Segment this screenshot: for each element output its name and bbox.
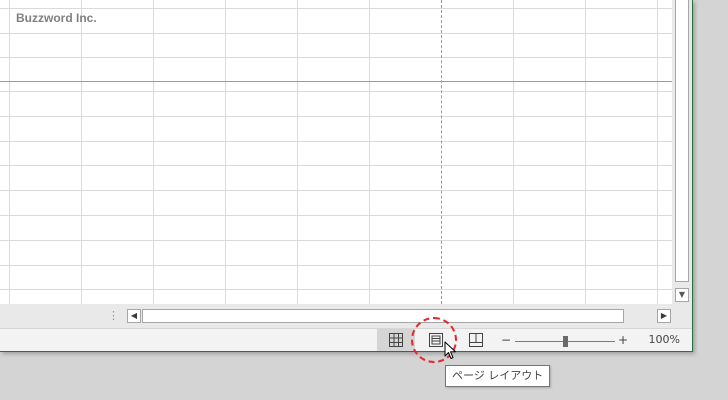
horizontal-scroll-track[interactable] (142, 309, 656, 323)
normal-view-button[interactable] (377, 329, 415, 351)
page-layout-icon (429, 333, 443, 347)
gridline (225, 0, 226, 304)
status-bar: − + 100% (0, 328, 692, 351)
gridline (0, 116, 672, 117)
horizontal-scroll-thumb[interactable] (142, 309, 624, 323)
horizontal-scroll-row: ⋮ ◀ ▶ (0, 304, 692, 328)
gridline (0, 240, 672, 241)
zoom-in-button[interactable]: + (617, 332, 629, 348)
gridline (0, 91, 672, 92)
gridline (0, 57, 672, 58)
page-break-line-vertical (441, 0, 442, 304)
gridline (585, 0, 586, 304)
gridline (81, 0, 82, 304)
grid-icon (389, 333, 403, 347)
vertical-scrollbar[interactable]: ▼ (672, 0, 692, 304)
page-break-icon (469, 333, 483, 347)
excel-window: Buzzword Inc. ▼ ⋮ ◀ ▶ − + 100% (0, 0, 693, 352)
tab-split-handle-icon[interactable]: ⋮ (108, 309, 119, 323)
scroll-left-arrow-icon[interactable]: ◀ (127, 309, 141, 323)
zoom-out-button[interactable]: − (500, 332, 512, 348)
gridline (0, 165, 672, 166)
gridline (0, 8, 672, 9)
gridline (657, 0, 658, 304)
page-break-line-horizontal (0, 81, 672, 82)
scroll-down-arrow-icon[interactable]: ▼ (675, 288, 689, 302)
page-header-text[interactable]: Buzzword Inc. (16, 11, 97, 25)
gridline (0, 289, 672, 290)
page-break-preview-button[interactable] (457, 329, 495, 351)
worksheet-grid[interactable]: Buzzword Inc. (0, 0, 672, 304)
gridline (369, 0, 370, 304)
gridline (0, 141, 672, 142)
zoom-slider-thumb[interactable] (563, 336, 568, 347)
gridline (0, 33, 672, 34)
mouse-pointer-icon (444, 341, 456, 359)
gridline (9, 0, 10, 304)
gridline (0, 215, 672, 216)
zoom-level-label[interactable]: 100% (636, 332, 680, 348)
gridline (297, 0, 298, 304)
scroll-right-arrow-icon[interactable]: ▶ (657, 309, 671, 323)
tooltip: ページ レイアウト (445, 365, 551, 387)
vertical-scroll-thumb[interactable] (675, 0, 689, 282)
gridline (0, 265, 672, 266)
gridline (153, 0, 154, 304)
sheet-tab-area (0, 304, 108, 328)
gridline (513, 0, 514, 304)
gridline (0, 190, 672, 191)
